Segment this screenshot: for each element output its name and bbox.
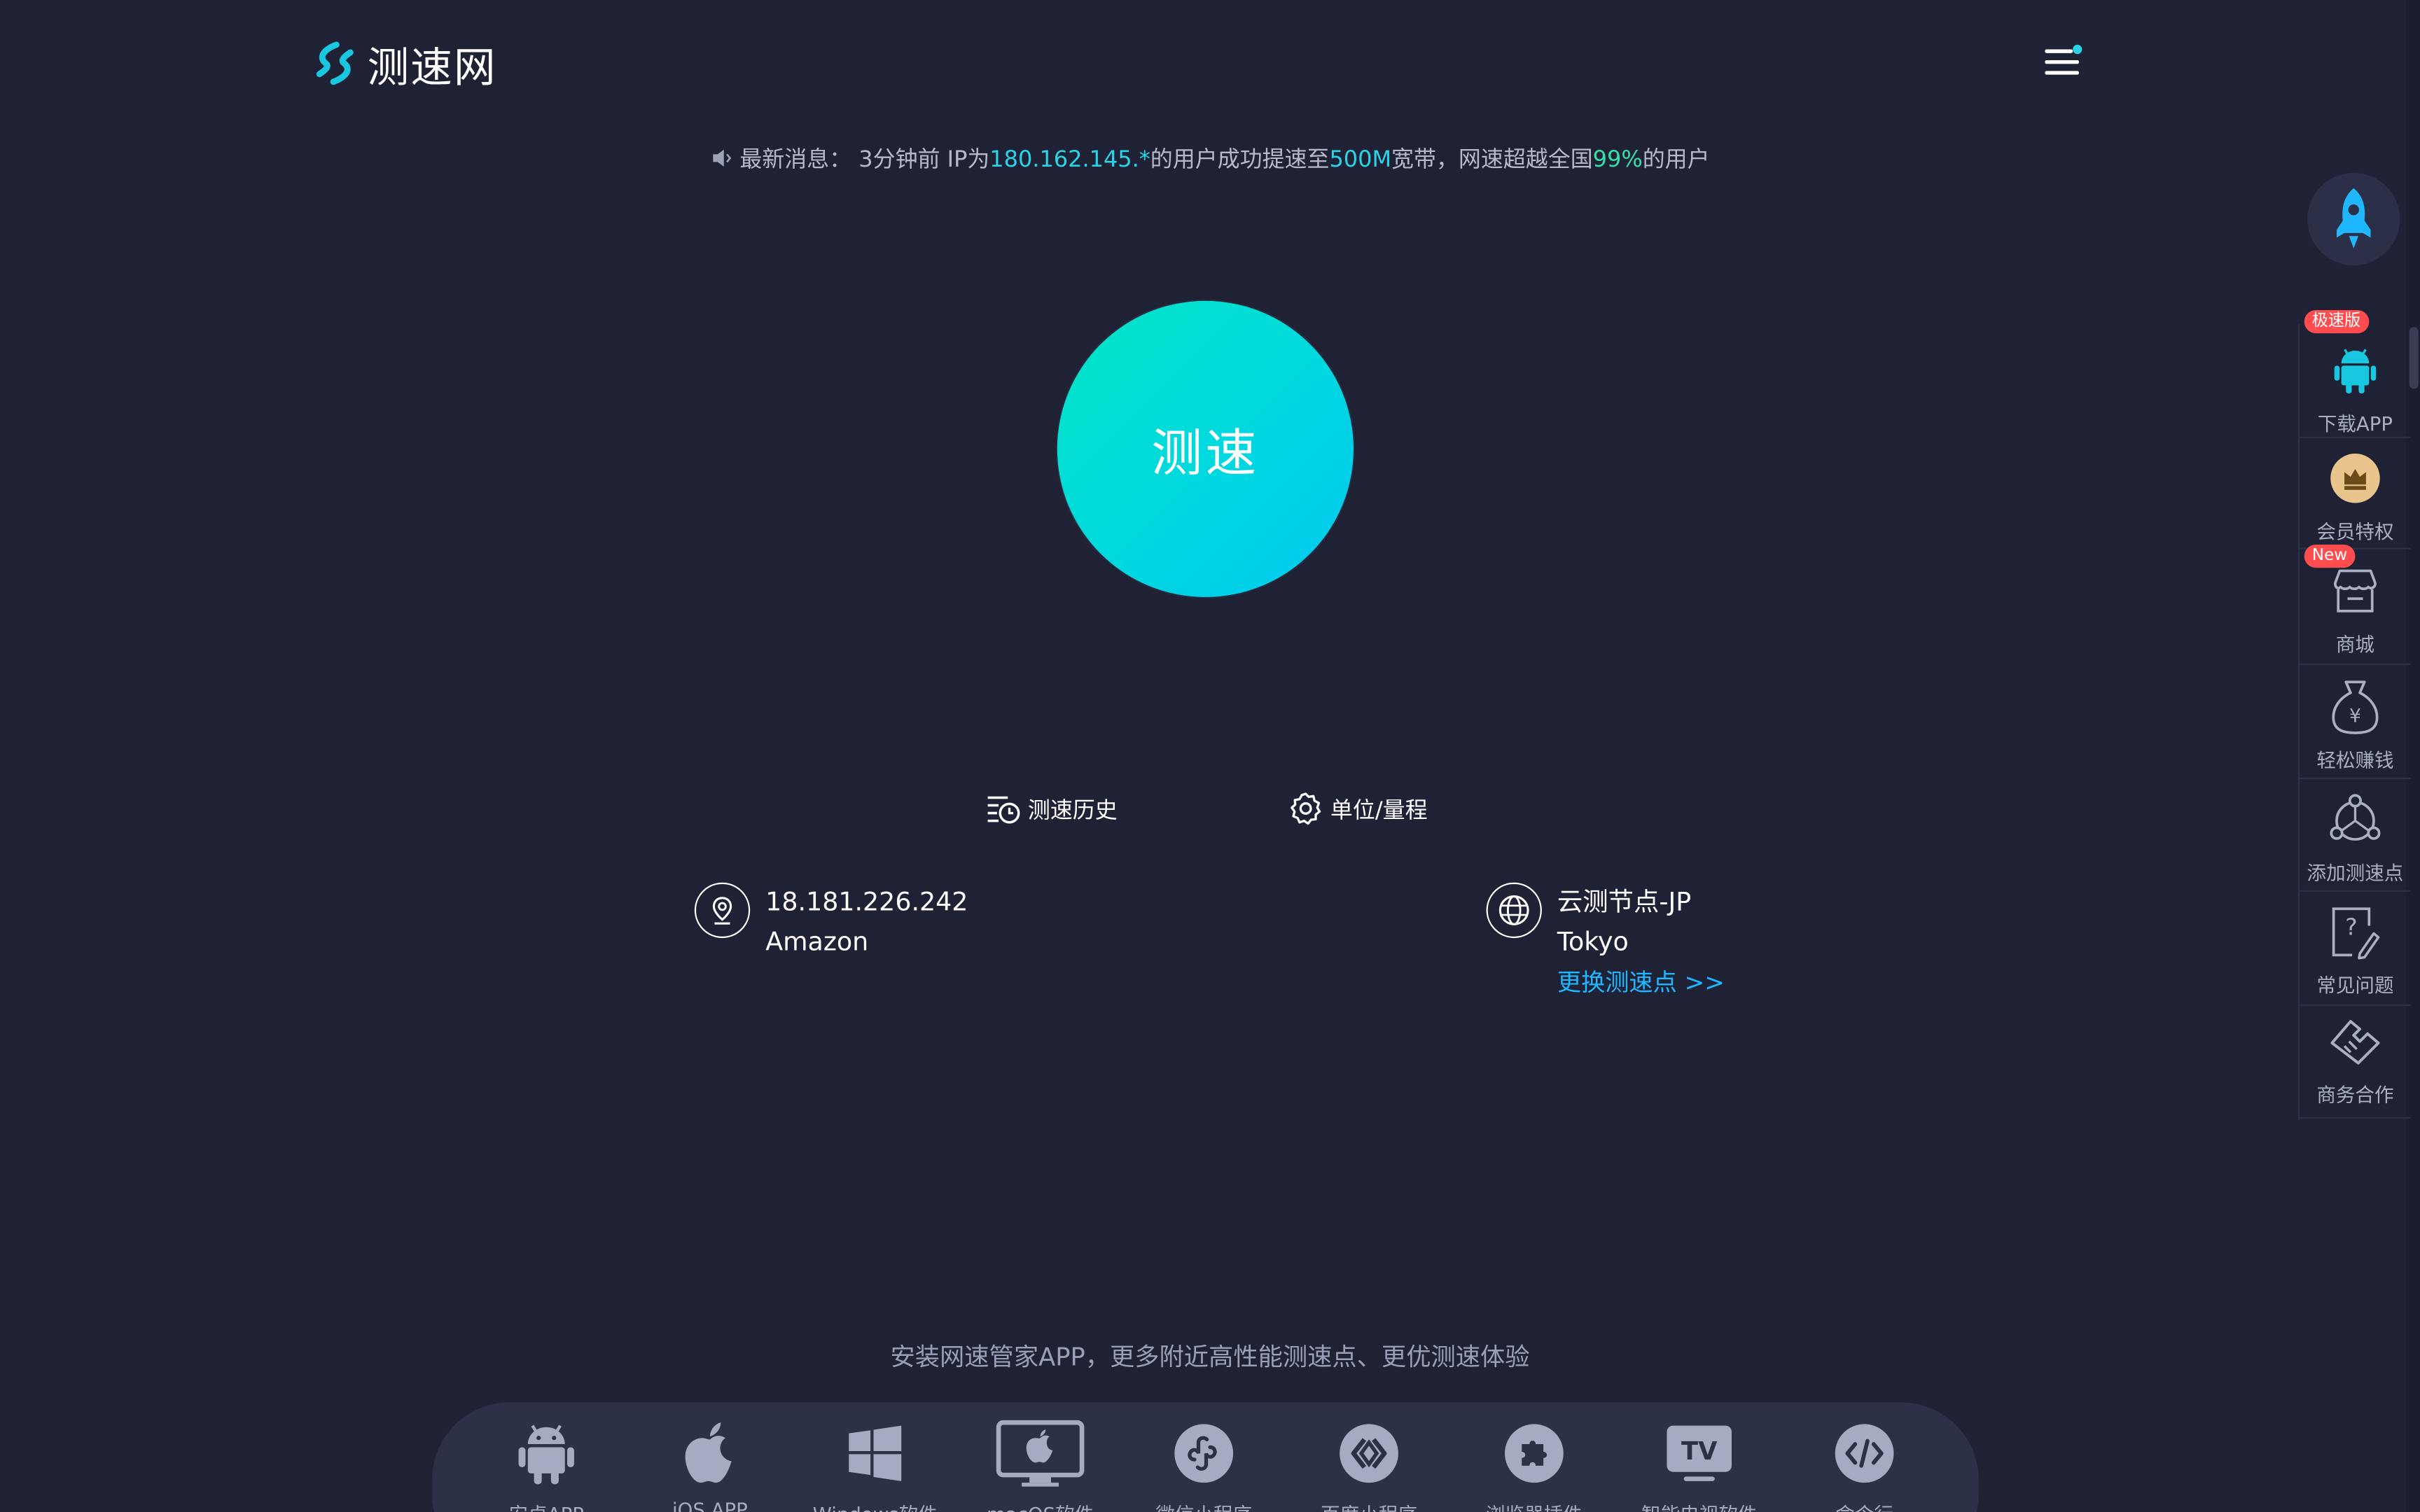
news-time: 3分钟前 IP为: [858, 148, 990, 173]
speedtest-history-label: 测速历史: [1027, 798, 1118, 823]
tv-icon: TV: [1622, 1418, 1776, 1489]
sidebar-item-earn-money-label: 轻松赚钱: [2316, 748, 2394, 772]
question-icon: ?: [2300, 901, 2411, 962]
imac-icon: [963, 1418, 1117, 1489]
news-mid2: 宽带，网速超越全国: [1391, 148, 1593, 173]
sidebar-item-add-node-label: 添加测速点: [2307, 860, 2404, 884]
news-mid: 的用户成功提速至: [1150, 148, 1330, 173]
platform-android-label: 安卓APP: [469, 1498, 623, 1512]
menu-button[interactable]: [2040, 40, 2084, 83]
platform-cli[interactable]: 命令行: [1787, 1418, 1941, 1512]
globe-icon: [1486, 882, 1542, 939]
svg-text:TV: TV: [1681, 1437, 1718, 1466]
sidebar-divider: [2300, 1004, 2411, 1007]
platform-android[interactable]: 安卓APP: [469, 1418, 623, 1512]
wechat-miniprogram-icon: [1127, 1418, 1281, 1489]
android-icon: [2300, 340, 2411, 401]
platform-wechat-label: 微信小程序: [1127, 1498, 1281, 1512]
platform-ios-label: iOS APP: [672, 1498, 748, 1512]
sidebar-item-add-node[interactable]: 添加测速点: [2300, 788, 2411, 886]
speedtest-history-button[interactable]: 测速历史: [986, 788, 1118, 828]
platform-windows[interactable]: Windows软件: [798, 1418, 952, 1512]
app-promo-text: 安装网速管家APP，更多附近高性能测速点、更优测速体验: [890, 1342, 1530, 1372]
sidebar-item-membership[interactable]: 会员特权: [2300, 447, 2411, 545]
unit-range-label: 单位/量程: [1330, 798, 1428, 823]
platform-macos-label: macOS软件: [963, 1498, 1117, 1512]
news-ip: 180.162.145.*: [989, 148, 1150, 173]
money-bag-icon: ¥: [2300, 676, 2411, 737]
server-name: 云测节点-JP: [1557, 887, 1692, 917]
handshake-icon: [2300, 1011, 2411, 1072]
platform-bar: 安卓APP iOS APP Windows软件: [432, 1402, 1979, 1512]
crown-icon: [2300, 447, 2411, 509]
svg-text:¥: ¥: [2349, 706, 2361, 727]
client-ip: 18.181.226.242: [765, 887, 968, 917]
platform-macos[interactable]: macOS软件: [963, 1418, 1117, 1512]
sidebar-divider: [2300, 777, 2411, 780]
platform-smart-tv[interactable]: TV 智能电视软件: [1622, 1418, 1776, 1512]
platform-cli-label: 命令行: [1787, 1498, 1941, 1512]
news-bandwidth: 500M: [1329, 148, 1392, 173]
sidebar-item-store[interactable]: 商城: [2300, 560, 2411, 657]
start-speedtest-label: 测速: [1151, 422, 1260, 483]
platform-baidu-miniprogram[interactable]: 百度小程序: [1292, 1418, 1446, 1512]
news-prefix: 最新消息：: [739, 148, 852, 173]
gear-icon: [1291, 792, 1321, 825]
fast-version-badge: 极速版: [2304, 310, 2369, 334]
platform-tv-label: 智能电视软件: [1622, 1498, 1776, 1512]
change-server-link[interactable]: 更换测速点 >>: [1557, 962, 1725, 1002]
sidebar-item-faq[interactable]: ? 常见问题: [2300, 901, 2411, 998]
sidebar-item-business[interactable]: 商务合作: [2300, 1011, 2411, 1108]
platform-browser-label: 浏览器插件: [1457, 1498, 1611, 1512]
sidebar: 下载APP 极速版 会员特权 商城 New ¥ 轻松赚钱 添加测速点 ? 常见问…: [2297, 310, 2411, 1121]
sidebar-item-download-app-label: 下载APP: [2317, 412, 2393, 435]
location-icon: [694, 882, 751, 939]
network-node-icon: [2300, 788, 2411, 850]
platform-ios[interactable]: iOS APP: [633, 1418, 787, 1512]
server-city: Tokyo: [1557, 927, 1629, 957]
client-isp: Amazon: [765, 927, 869, 957]
history-icon: [987, 796, 1020, 824]
sidebar-item-store-label: 商城: [2335, 632, 2375, 656]
site-logo[interactable]: 测速网: [312, 37, 496, 92]
unit-range-button[interactable]: 单位/量程: [1288, 788, 1428, 828]
news-suffix: 的用户: [1642, 148, 1710, 173]
news-ticker: 最新消息： 3分钟前 IP为180.162.145.*的用户成功提速至500M宽…: [0, 142, 2420, 176]
new-badge: New: [2304, 545, 2356, 568]
logo-text: 测速网: [367, 43, 497, 92]
puzzle-icon: [1457, 1418, 1611, 1489]
sidebar-divider: [2300, 436, 2411, 438]
rocket-icon: [2337, 188, 2371, 248]
sidebar-divider: [2300, 663, 2411, 665]
code-icon: [1787, 1418, 1941, 1489]
sidebar-item-earn-money[interactable]: ¥ 轻松赚钱: [2300, 676, 2411, 773]
speed-boost-button[interactable]: [2307, 172, 2400, 266]
hamburger-icon: [2045, 44, 2082, 75]
store-icon: [2300, 560, 2411, 622]
sidebar-item-business-label: 商务合作: [2316, 1083, 2394, 1107]
sidebar-divider: [2300, 890, 2411, 892]
windows-icon: [798, 1418, 952, 1489]
platform-baidu-label: 百度小程序: [1292, 1498, 1446, 1512]
speaker-icon: [710, 146, 733, 176]
svg-text:?: ?: [2345, 913, 2358, 941]
sidebar-item-download-app[interactable]: 下载APP: [2300, 340, 2411, 437]
start-speedtest-button[interactable]: 测速: [1057, 300, 1354, 597]
news-percent: 99%: [1592, 148, 1643, 173]
platform-windows-label: Windows软件: [798, 1498, 952, 1512]
platform-browser-plugin[interactable]: 浏览器插件: [1457, 1418, 1611, 1512]
sidebar-divider: [2300, 1116, 2411, 1119]
sidebar-item-faq-label: 常见问题: [2316, 973, 2394, 997]
client-info: 18.181.226.242 Amazon: [694, 882, 968, 963]
logo-icon: [316, 41, 354, 85]
apple-icon: [633, 1418, 787, 1489]
android-icon: [469, 1418, 623, 1489]
baidu-miniprogram-icon: [1292, 1418, 1446, 1489]
sidebar-item-membership-label: 会员特权: [2316, 519, 2394, 543]
server-info: 云测节点-JP Tokyo 更换测速点 >>: [1486, 882, 1725, 1003]
platform-wechat-miniprogram[interactable]: 微信小程序: [1127, 1418, 1281, 1512]
